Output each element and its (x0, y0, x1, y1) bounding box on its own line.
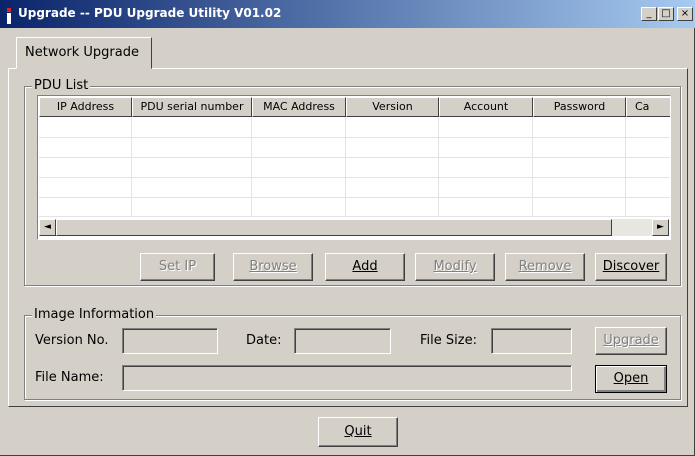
browse-button[interactable]: Browse (233, 253, 313, 281)
tab-network-upgrade[interactable]: Network Upgrade (16, 37, 152, 69)
modify-mnemonic: Modify (433, 259, 477, 274)
app-icon (7, 8, 11, 24)
scroll-left-icon[interactable]: ◄ (39, 219, 56, 236)
version-label: Version No. (35, 333, 109, 348)
grid-line (532, 117, 533, 217)
open-button[interactable]: Open (595, 365, 667, 393)
grid-line (251, 117, 252, 217)
image-information-legend: Image Information (32, 307, 157, 322)
title-bar[interactable]: Upgrade -- PDU Upgrade Utility V01.02 _ … (0, 0, 695, 28)
window-title: Upgrade -- PDU Upgrade Utility V01.02 (18, 6, 282, 20)
column-header[interactable]: Version (346, 97, 439, 117)
grid-line (39, 216, 670, 217)
pdu-list-view[interactable]: IP Address PDU serial number MAC Address… (37, 95, 671, 240)
upgrade-window: Upgrade -- PDU Upgrade Utility V01.02 _ … (0, 0, 695, 456)
remove-mnemonic: Remove (518, 259, 572, 274)
pdu-list-legend: PDU List (32, 78, 91, 93)
grid-line (39, 197, 670, 198)
file-size-label: File Size: (420, 333, 477, 348)
grid-line (438, 117, 439, 217)
grid-line (625, 117, 626, 217)
grid-line (39, 137, 670, 138)
add-mnemonic: Add (352, 259, 378, 274)
date-label: Date: (246, 333, 282, 348)
modify-button[interactable]: Modify (415, 253, 495, 281)
close-button[interactable]: × (677, 7, 693, 21)
set-ip-button[interactable]: Set IP (140, 253, 215, 281)
grid-line (345, 117, 346, 217)
column-header[interactable]: Account (439, 97, 533, 117)
discover-mnemonic: Discover (602, 259, 660, 274)
quit-button[interactable]: Quit (318, 417, 398, 447)
file-size-field (491, 328, 572, 354)
tab-label: Network Upgrade (25, 45, 139, 60)
column-header[interactable]: MAC Address (252, 97, 346, 117)
column-header[interactable]: Ca (626, 97, 670, 117)
column-header[interactable]: PDU serial number (132, 97, 252, 117)
version-field (122, 328, 218, 354)
add-button[interactable]: Add (325, 253, 405, 281)
scroll-thumb[interactable] (56, 219, 612, 236)
browse-mnemonic: Browse (249, 259, 297, 274)
column-header[interactable]: Password (533, 97, 626, 117)
file-name-field (122, 365, 572, 391)
date-field (294, 328, 391, 354)
file-name-label: File Name: (35, 370, 104, 385)
maximize-button[interactable]: □ (658, 7, 674, 21)
grid-line (39, 157, 670, 158)
open-mnemonic: Open (613, 371, 649, 386)
quit-mnemonic: Quit (344, 424, 372, 439)
grid-line (39, 177, 670, 178)
discover-button[interactable]: Discover (595, 253, 667, 281)
horizontal-scrollbar[interactable]: ◄ ► (39, 219, 669, 236)
minimize-button[interactable]: _ (641, 7, 657, 21)
grid-line (131, 117, 132, 217)
upgrade-button[interactable]: Upgrade (595, 327, 667, 355)
upgrade-mnemonic: Upgrade (603, 333, 659, 348)
scroll-right-icon[interactable]: ► (652, 219, 669, 236)
column-header[interactable]: IP Address (39, 97, 132, 117)
remove-button[interactable]: Remove (505, 253, 585, 281)
